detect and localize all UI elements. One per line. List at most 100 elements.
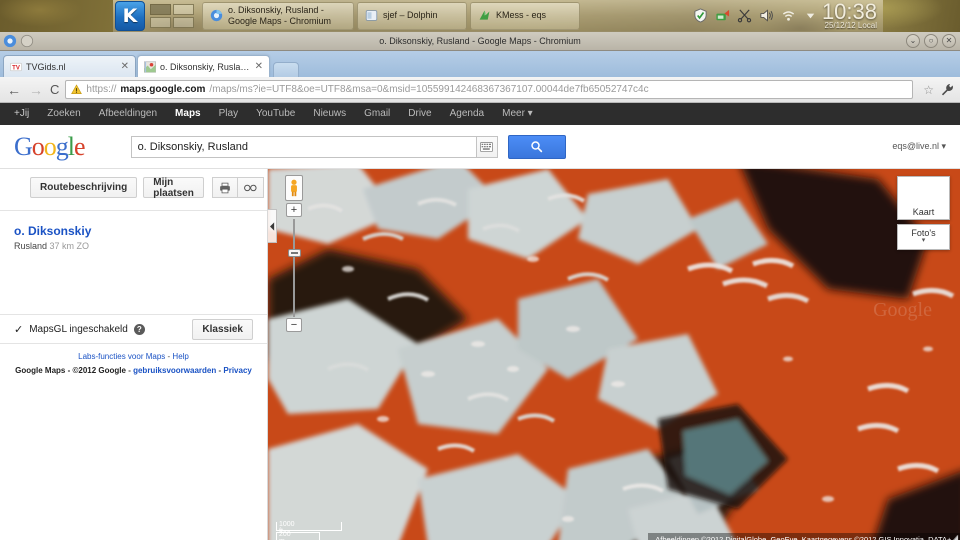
chevron-down-icon[interactable]: ▾ — [898, 237, 949, 244]
minimize-button[interactable]: ⌄ — [906, 34, 920, 48]
search-input[interactable]: o. Diksonskiy, Rusland — [130, 135, 476, 158]
logo-letter-g1: G — [14, 131, 33, 161]
forward-button[interactable]: → — [28, 83, 44, 97]
mapsgl-row: ✓ MapsGL ingeschakeld ? Klassiek — [0, 314, 267, 344]
footer-sep-1: - — [167, 352, 171, 361]
footer-privacy-link[interactable]: Privacy — [223, 366, 251, 375]
footer-sep-2: - — [128, 366, 131, 375]
map-type-kaart[interactable]: Kaart — [897, 176, 950, 220]
my-places-button[interactable]: Mijn plaatsen — [143, 177, 204, 199]
reload-button[interactable]: C — [50, 82, 59, 97]
mapsgl-check-icon: ✓ — [14, 323, 24, 336]
search-result-item[interactable]: o. Diksonskiy Rusland 37 km ZO — [0, 211, 267, 251]
print-button[interactable] — [211, 177, 238, 198]
zoom-slider-track[interactable] — [293, 219, 295, 317]
panel-collapse-button[interactable] — [268, 209, 277, 243]
gnav-item-zoeken[interactable]: Zoeken — [38, 103, 89, 125]
pager-desktop-4[interactable] — [173, 16, 194, 28]
close-icon: ✕ — [945, 36, 953, 45]
logo-letter-e: e — [74, 131, 86, 161]
zoom-in-button[interactable]: + — [286, 203, 302, 217]
dolphin-icon — [365, 10, 378, 21]
network-icon[interactable] — [715, 8, 730, 23]
zoom-slider-thumb[interactable] — [288, 249, 301, 257]
gnav-item-maps[interactable]: Maps — [166, 103, 210, 125]
shield-icon[interactable] — [693, 8, 708, 23]
map-type-control: Kaart Foto's ▾ — [897, 176, 950, 250]
tab-close-icon-google-maps[interactable]: ✕ — [255, 61, 263, 72]
gnav-item-youtube[interactable]: YouTube — [247, 103, 304, 125]
footer-terms-link[interactable]: gebruiksvoorwaarden — [133, 366, 216, 375]
pager-desktop-3[interactable] — [150, 16, 171, 28]
task-button-kmess[interactable]: KMess - eqs — [470, 1, 580, 30]
pager-desktop-1[interactable] — [150, 3, 171, 15]
tab-strip: TV TVGids.nl ✕ o. Diksonskiy, Rusland - … — [0, 51, 960, 77]
kde-menu-button[interactable]: K — [115, 0, 145, 31]
map-canvas[interactable]: Google + − Kaart Foto's ▾ 1000 ft 200 Af… — [268, 169, 960, 540]
directions-button[interactable]: Routebeschrijving — [30, 177, 138, 198]
desktop-pager[interactable] — [150, 2, 196, 30]
warning-lock-icon[interactable] — [71, 84, 83, 95]
volume-icon[interactable] — [759, 8, 774, 23]
link-button[interactable] — [237, 177, 264, 198]
tab-tvgids[interactable]: TV TVGids.nl ✕ — [3, 55, 136, 77]
chromium-window: o. Diksonskiy, Rusland - Google Maps - C… — [0, 32, 960, 540]
wifi-icon[interactable] — [781, 8, 796, 23]
classic-button[interactable]: Klassiek — [192, 318, 253, 340]
gnav-item-agenda[interactable]: Agenda — [441, 103, 493, 125]
task-button-chromium[interactable]: o. Diksonskiy, Rusland - Google Maps - C… — [202, 1, 354, 30]
wrench-menu-icon[interactable] — [940, 83, 954, 97]
google-header: Google o. Diksonskiy, Rusland eqs@live.n… — [0, 125, 960, 169]
footer-product: Google Maps - ©2012 Google — [15, 366, 126, 375]
task-label-dolphin: sjef – Dolphin — [383, 10, 438, 21]
minimize-icon: ⌄ — [909, 36, 917, 45]
task-label-kmess: KMess - eqs — [496, 10, 547, 21]
resize-grip-icon[interactable] — [950, 534, 959, 540]
virtual-keyboard-button[interactable] — [475, 135, 498, 158]
maximize-button[interactable]: ○ — [924, 34, 938, 48]
window-menu-icon[interactable] — [20, 34, 34, 48]
gnav-item-gmail[interactable]: Gmail — [355, 103, 399, 125]
satellite-imagery — [268, 169, 960, 540]
footer-help-link[interactable]: Help — [172, 352, 188, 361]
account-menu[interactable]: eqs@live.nl ▾ — [892, 141, 946, 152]
map-type-fotos[interactable]: Foto's ▾ — [897, 224, 950, 250]
search-button[interactable] — [507, 134, 566, 159]
result-title[interactable]: o. Diksonskiy — [14, 224, 253, 238]
pegman-button[interactable] — [285, 175, 303, 201]
help-icon[interactable]: ? — [133, 323, 145, 335]
back-button[interactable]: ← — [6, 83, 22, 97]
footer-labs-link[interactable]: Labs-functies voor Maps — [78, 352, 165, 361]
resize-arrow-icon — [953, 534, 959, 540]
maximize-icon: ○ — [928, 36, 934, 45]
gnav-item-nieuws[interactable]: Nieuws — [304, 103, 355, 125]
new-tab-button[interactable] — [273, 62, 299, 77]
gnav-item-play[interactable]: Play — [210, 103, 247, 125]
pager-desktop-2[interactable] — [173, 3, 194, 15]
kmess-icon — [479, 10, 490, 20]
scissors-icon[interactable] — [737, 8, 752, 23]
taskbar: K o. Diksonskiy, Rusland - Google Maps -… — [113, 0, 883, 32]
tab-close-icon-tvgids[interactable]: ✕ — [121, 61, 129, 72]
gnav-item-drive[interactable]: Drive — [399, 103, 440, 125]
google-logo[interactable]: Google — [14, 131, 86, 162]
tab-title-tvgids: TVGids.nl — [26, 61, 66, 72]
zoom-out-button[interactable]: − — [286, 318, 302, 332]
taskbar-clock[interactable]: 10:38 25/12/12 Local — [822, 1, 883, 30]
window-titlebar[interactable]: o. Diksonskiy, Rusland - Google Maps - C… — [0, 32, 960, 51]
gnav-item-meer[interactable]: Meer ▾ — [493, 103, 542, 125]
scale-label-metric: 200 m — [279, 531, 291, 540]
result-distance: 37 km ZO — [49, 241, 90, 251]
task-button-dolphin[interactable]: sjef – Dolphin — [357, 1, 467, 30]
address-bar[interactable]: https://maps.google.com/maps/ms?ie=UTF8&… — [65, 80, 914, 99]
tab-google-maps[interactable]: o. Diksonskiy, Rusland - G ✕ — [137, 55, 270, 77]
gnav-item-afbeeldingen[interactable]: Afbeeldingen — [90, 103, 166, 125]
mapsgl-label: MapsGL ingeschakeld — [29, 323, 128, 335]
close-button[interactable]: ✕ — [942, 34, 956, 48]
google-maps-icon — [144, 60, 156, 73]
tray-expand-icon[interactable] — [803, 8, 818, 23]
titlebar-left-icons — [3, 34, 34, 48]
gnav-item-plusjij[interactable]: +Jij — [14, 103, 38, 125]
bookmark-star-icon[interactable]: ☆ — [923, 83, 934, 97]
left-panel: Routebeschrijving Mijn plaatsen o. Dikso… — [0, 169, 268, 540]
